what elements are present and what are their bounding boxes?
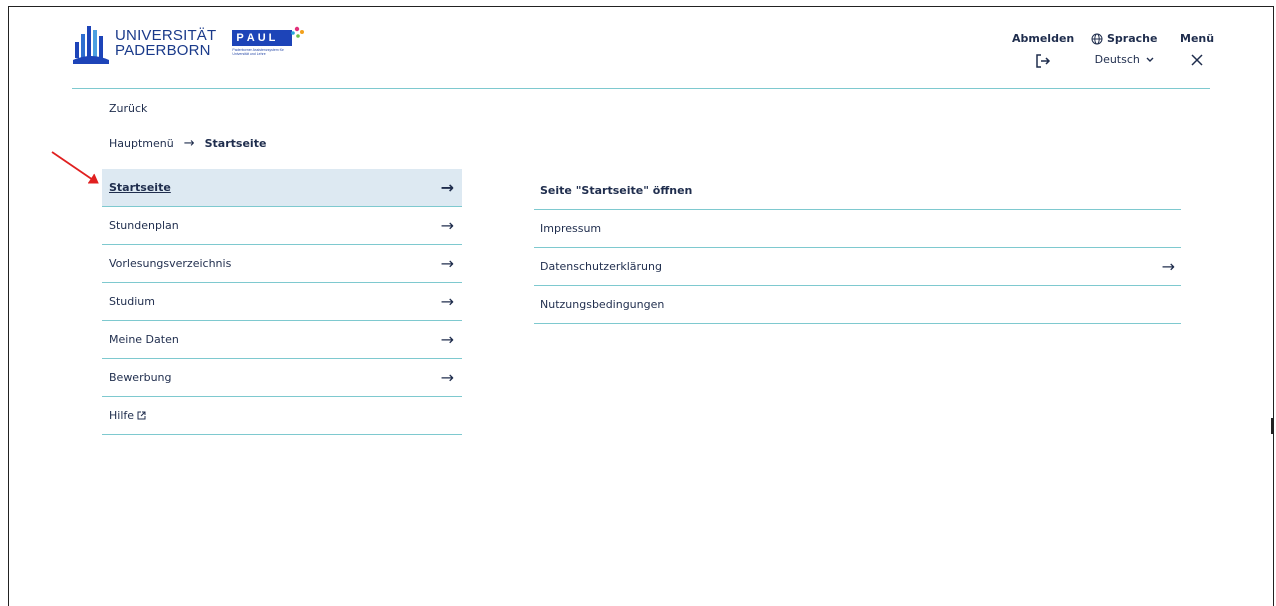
menu-item-studium[interactable]: Studium →	[102, 283, 462, 321]
arrow-right-icon: →	[440, 330, 454, 349]
university-mark-icon	[73, 22, 109, 64]
submenu-item-label: Datenschutzerklärung	[540, 260, 662, 273]
arrow-right-icon: →	[440, 292, 454, 311]
scrollbar-marker	[1271, 418, 1274, 434]
logout-button[interactable]: Abmelden	[1012, 32, 1074, 69]
submenu-item-nutzungsbedingungen[interactable]: Nutzungsbedingungen	[534, 286, 1181, 324]
close-icon[interactable]	[1190, 53, 1204, 67]
submenu-item-label: Seite "Startseite" öffnen	[540, 184, 693, 197]
menu-item-hilfe[interactable]: Hilfe	[102, 397, 462, 435]
submenu-panel: Seite "Startseite" öffnen Impressum Date…	[534, 172, 1181, 324]
menu-item-stundenplan[interactable]: Stundenplan →	[102, 207, 462, 245]
main-menu: Startseite → Stundenplan → Vorlesungsver…	[102, 169, 462, 435]
external-link-icon	[137, 411, 146, 420]
university-logo[interactable]: UNIVERSITÄT PADERBORN P A U L Paderborne…	[73, 22, 306, 64]
breadcrumb: Hauptmenü → Startseite	[109, 136, 266, 151]
university-name-line2: PADERBORN	[115, 42, 211, 59]
header-divider	[72, 88, 1210, 89]
arrow-right-icon: →	[1161, 257, 1175, 276]
breadcrumb-current: Startseite	[204, 137, 267, 150]
back-link[interactable]: Zurück	[109, 102, 147, 115]
arrow-right-icon: →	[183, 136, 195, 151]
globe-icon	[1091, 33, 1103, 44]
menu-item-meine-daten[interactable]: Meine Daten →	[102, 321, 462, 359]
menu-item-label: Vorlesungsverzeichnis	[109, 257, 232, 270]
menu-label: Menü	[1180, 32, 1215, 45]
logout-icon	[1036, 54, 1051, 68]
submenu-item-impressum[interactable]: Impressum	[534, 210, 1181, 248]
paul-subtitle: Paderborner Assistenzsystem für Universi…	[232, 48, 284, 56]
paul-letter: L	[268, 32, 276, 44]
paul-letter: P	[236, 32, 244, 44]
menu-item-label: Hilfe	[109, 409, 135, 422]
language-selector[interactable]: Sprache Deutsch	[1091, 32, 1157, 66]
menu-item-vorlesungsverzeichnis[interactable]: Vorlesungsverzeichnis →	[102, 245, 462, 283]
language-value: Deutsch	[1094, 53, 1140, 66]
menu-toggle[interactable]: Menü	[1180, 32, 1214, 67]
paul-letter: A	[246, 32, 255, 44]
submenu-item-datenschutzerklaerung[interactable]: Datenschutzerklärung →	[534, 248, 1181, 286]
paul-sparkle-icon	[291, 26, 305, 38]
paul-logo: P A U L Paderborner Assistenzsystem für …	[232, 26, 306, 56]
arrow-right-icon: →	[440, 368, 454, 387]
arrow-right-icon: →	[440, 254, 454, 273]
menu-item-label: Meine Daten	[109, 333, 179, 346]
submenu-item-label: Impressum	[540, 222, 602, 235]
annotation-arrow-icon	[51, 151, 99, 184]
breadcrumb-root[interactable]: Hauptmenü	[109, 137, 174, 150]
menu-item-label: Stundenplan	[109, 219, 179, 232]
language-label: Sprache	[1107, 32, 1158, 45]
menu-item-startseite[interactable]: Startseite →	[102, 169, 462, 207]
logout-label: Abmelden	[1012, 32, 1075, 45]
arrow-right-icon: →	[440, 178, 454, 197]
menu-item-bewerbung[interactable]: Bewerbung →	[102, 359, 462, 397]
submenu-open-startseite[interactable]: Seite "Startseite" öffnen	[534, 172, 1181, 210]
arrow-right-icon: →	[440, 216, 454, 235]
menu-item-label: Studium	[109, 295, 155, 308]
menu-item-label: Bewerbung	[109, 371, 172, 384]
paul-letter: U	[257, 32, 266, 44]
university-name-line1: UNIVERSITÄT	[115, 27, 217, 44]
submenu-item-label: Nutzungsbedingungen	[540, 298, 665, 311]
chevron-down-icon	[1146, 57, 1154, 62]
menu-item-label: Startseite	[109, 181, 171, 194]
